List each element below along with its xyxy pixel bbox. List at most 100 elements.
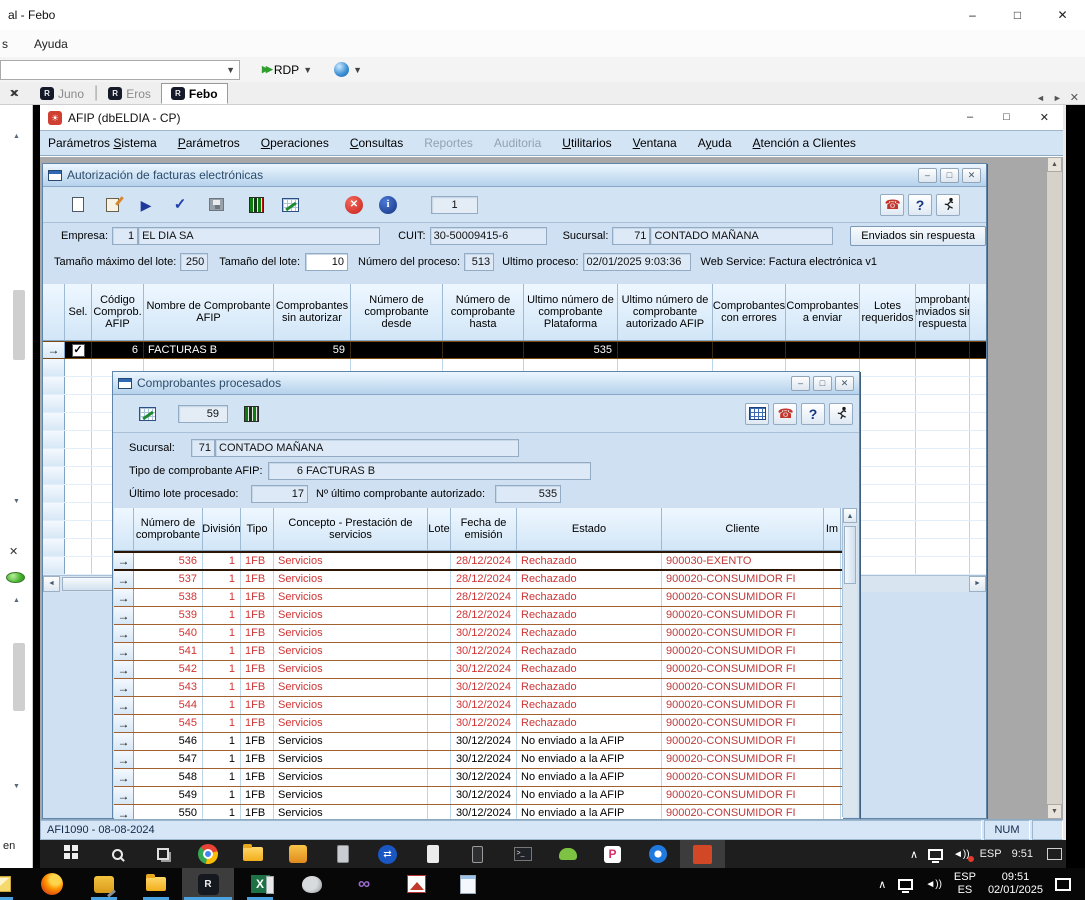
run-button[interactable]: ▶ — [133, 192, 159, 218]
invoice-row-541[interactable]: →54111FBServicios30/12/2024Rechazado9000… — [114, 643, 843, 661]
column-header-im[interactable]: Im — [824, 508, 841, 550]
tam-field[interactable]: 10 — [305, 253, 348, 271]
proc-sucursal-name-field[interactable]: CONTADO MAÑANA — [215, 439, 519, 457]
sucursal-name-field[interactable]: CONTADO MAÑANA — [650, 227, 833, 245]
menu-reportes[interactable]: Reportes — [424, 136, 473, 150]
host-taskbar-folder[interactable] — [130, 868, 182, 900]
afip-titlebar[interactable]: ☀ AFIP (dbELDIA - CP) – □ ✕ — [40, 105, 1063, 130]
save-button[interactable] — [203, 192, 229, 218]
column-header-lotes-requeridos[interactable]: Lotes requeridos — [860, 284, 916, 340]
tab-scroll-left-icon[interactable]: ◄ — [1036, 93, 1045, 103]
sidebar-close-icon[interactable]: ✕ — [9, 545, 18, 558]
tab-juno[interactable]: R Juno — [30, 83, 94, 104]
column-header-nombre-de-comprobante-afip[interactable]: Nombre de Comprobante AFIP — [144, 284, 274, 340]
checkbox-checked[interactable]: ✓ — [72, 344, 85, 357]
proc-close-button[interactable]: ✕ — [835, 376, 854, 391]
scroll-up-icon[interactable]: ▲ — [843, 508, 857, 523]
exit-runner-button[interactable] — [936, 194, 960, 216]
info-circle-button[interactable]: i — [375, 192, 401, 218]
empresa-code-field[interactable]: 1 — [112, 227, 138, 245]
invoice-row-549[interactable]: →54911FBServicios30/12/2024No enviado a … — [114, 787, 843, 805]
menu-auditoria[interactable]: Auditoria — [494, 136, 541, 150]
host-close-button[interactable]: ✕ — [1040, 2, 1085, 28]
external-tools-group[interactable]: ▼ — [334, 62, 362, 77]
remote-taskbar-app-blue[interactable] — [635, 840, 680, 868]
ultimo-proceso-field[interactable]: 02/01/2025 9:03:36 — [583, 253, 691, 271]
menu-ayuda[interactable]: Ayuda — [698, 136, 732, 150]
help-button[interactable]: ? — [801, 403, 825, 425]
invoice-row-543[interactable]: →54311FBServicios30/12/2024Rechazado9000… — [114, 679, 843, 697]
menu-par-metros[interactable]: Parámetros — [178, 136, 240, 150]
remote-taskbar-teamviewer[interactable]: ⇄ — [365, 840, 410, 868]
host-menu-ayuda[interactable]: Ayuda — [34, 37, 68, 51]
menu-par-metros-sistema[interactable]: Parámetros Sistema — [48, 136, 157, 150]
column-header-c-digo-comprob-afip[interactable]: Código Comprob. AFIP — [92, 284, 144, 340]
cancel-circle-button[interactable]: ✕ — [341, 192, 367, 218]
help-button[interactable]: ? — [908, 194, 932, 216]
column-header-comprobantes-sin-autorizar[interactable]: Comprobantes sin autorizar — [274, 284, 351, 340]
column-header-ultimo-n-mero-de-comprobante-plataforma[interactable]: Ultimo número de comprobante Plataforma — [524, 284, 618, 340]
volume-icon[interactable]: ◄)) — [953, 849, 970, 860]
host-taskbar-db-tool[interactable] — [78, 868, 130, 900]
remote-taskbar-mobile[interactable] — [455, 840, 500, 868]
remote-taskbar-app-pink[interactable]: P — [590, 840, 635, 868]
invoice-row-542[interactable]: →54211FBServicios30/12/2024Rechazado9000… — [114, 661, 843, 679]
hidden-icons-chevron[interactable]: ∧ — [878, 878, 886, 891]
proc-lote-field[interactable]: 17 — [251, 485, 308, 503]
invoice-row-540[interactable]: →54011FBServicios30/12/2024Rechazado9000… — [114, 625, 843, 643]
phone-button[interactable]: ☎ — [773, 403, 797, 425]
host-taskbar-notepad[interactable] — [442, 868, 494, 900]
proc-tipo-field[interactable]: 6FACTURAS B — [268, 462, 591, 480]
afip-restore-button[interactable]: □ — [1003, 111, 1010, 124]
remote-taskbar-device-white[interactable] — [410, 840, 455, 868]
network-icon[interactable] — [898, 879, 913, 890]
remote-taskbar-android[interactable] — [545, 840, 590, 868]
remote-taskbar-terminal[interactable]: >_ — [500, 840, 545, 868]
scroll-up-icon[interactable]: ▲ — [1047, 157, 1062, 172]
invoice-row-539[interactable]: →53911FBServicios28/12/2024Rechazado9000… — [114, 607, 843, 625]
column-header-concepto-prestaci-n-de-servicios[interactable]: Concepto - Prestación de servicios — [274, 508, 428, 550]
invoice-row-538[interactable]: →53811FBServicios28/12/2024Rechazado9000… — [114, 589, 843, 607]
column-header-sel[interactable]: Sel. — [65, 284, 92, 340]
chevron-down-icon[interactable]: ▼ — [303, 65, 312, 75]
scroll-left-icon[interactable]: ◄ — [43, 576, 60, 592]
column-header-n-mero-de-comprobante-hasta[interactable]: Número de comprobante hasta — [443, 284, 524, 340]
scroll-up-icon[interactable]: ▲ — [13, 597, 20, 604]
remote-taskbar-folder[interactable] — [230, 840, 275, 868]
auth-restore-button[interactable]: □ — [940, 168, 959, 183]
process-counter-field[interactable]: 1 — [431, 196, 478, 214]
column-header-tipo[interactable]: Tipo — [241, 508, 274, 550]
scroll-down-icon[interactable]: ▼ — [13, 498, 20, 505]
batch-button[interactable] — [243, 192, 269, 218]
auth-titlebar[interactable]: Autorización de facturas electrónicas – … — [43, 164, 986, 187]
host-taskbar-visual-studio[interactable]: ∞ — [338, 868, 390, 900]
column-header-n-mero-de-comprobante[interactable]: Número de comprobante — [134, 508, 203, 550]
column-header-comprobantes-enviados-sin-respuesta[interactable]: Comprobantes enviados sin respuesta — [916, 284, 970, 340]
host-titlebar[interactable]: al - Febo – □ ✕ — [0, 0, 1085, 30]
invoice-row-548[interactable]: →54811FBServicios30/12/2024No enviado a … — [114, 769, 843, 787]
remote-taskbar-device-gray[interactable] — [320, 840, 365, 868]
column-header-comprobantes-a-enviar[interactable]: Comprobantes a enviar — [786, 284, 860, 340]
mdi-vertical-scrollbar[interactable]: ▲ ▼ — [1047, 157, 1062, 819]
afip-minimize-button[interactable]: – — [967, 111, 973, 124]
proc-sucursal-code-field[interactable]: 71 — [191, 439, 215, 457]
tab-febo[interactable]: R Febo — [161, 83, 228, 104]
exit-runner-button[interactable] — [829, 403, 853, 425]
clock[interactable]: 09:51 02/01/2025 — [988, 871, 1043, 897]
menu-ventana[interactable]: Ventana — [633, 136, 677, 150]
proc-counter-field[interactable]: 59 — [178, 405, 228, 423]
invoice-row-545[interactable]: →54511FBServicios30/12/2024Rechazado9000… — [114, 715, 843, 733]
column-header-ultimo-n-mero-de-comprobante-autorizado-afip[interactable]: Ultimo número de comprobante autorizado … — [618, 284, 713, 340]
column-header-estado[interactable]: Estado — [517, 508, 662, 550]
host-taskbar-firefox[interactable] — [26, 868, 78, 900]
cuit-field[interactable]: 30-50009415-6 — [430, 227, 547, 245]
host-maximize-button[interactable]: □ — [995, 2, 1040, 28]
volume-icon[interactable]: ◄)) — [925, 879, 942, 890]
scrollbar-thumb[interactable] — [844, 526, 856, 584]
host-taskbar-mremoteng[interactable]: R — [182, 868, 234, 900]
confirm-button[interactable]: ✓ — [167, 192, 193, 218]
host-taskbar-picture-viewer[interactable] — [390, 868, 442, 900]
remote-clock[interactable]: 9:51 — [1012, 848, 1033, 860]
tab-eros[interactable]: R Eros — [98, 83, 161, 104]
grid-edit-button[interactable] — [134, 401, 160, 427]
